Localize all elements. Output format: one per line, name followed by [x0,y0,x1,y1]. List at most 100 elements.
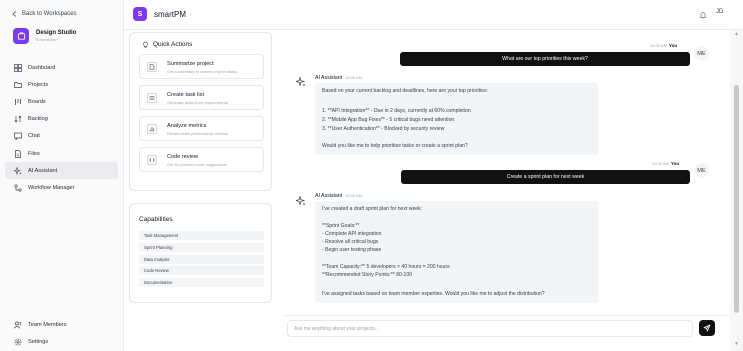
sidebar-item-settings[interactable]: Settings [5,333,118,350]
quick-action-code-review[interactable]: Code review Get AI-powered code suggesti… [139,147,264,172]
quick-action-summarize-project[interactable]: Summarize project Get a summary of curre… [139,54,264,79]
sidebar-item-workflow-manager[interactable]: Workflow Manager [5,179,118,196]
sidebar-item-dashboard[interactable]: Dashboard [5,59,118,76]
scroll-thumb[interactable] [734,85,739,313]
sidebar-item-ai-assistant[interactable]: AI Assistant [5,162,118,180]
sidebar-item-boards[interactable]: Boards [5,93,118,110]
capabilities-list: Task Management Sprint Planning Data Ana… [139,231,264,290]
sidebar-item-label: Projects [28,81,49,88]
ai-message-line: **Recommended Story Points:** 80-100 [322,272,413,278]
message-sender: AI Assistant [315,75,343,81]
list-icon [147,93,157,103]
ai-message-meta: AI Assistant 10:32 AM [315,193,362,199]
ai-message-line: Would you like me to help prioritize tas… [322,143,468,149]
app-logo: S [133,7,147,21]
workspace-members: 8 members [36,37,57,42]
chat-scrollbar[interactable]: ▲ ▼ [730,30,743,351]
user-message-avatar: ME [694,46,709,61]
quick-action-analyze-metrics[interactable]: Analyze metrics Review team performance … [139,116,264,141]
chevron-left-icon [12,11,17,17]
users-icon [14,321,22,329]
code-icon [147,155,157,165]
capabilities-panel: Capabilities Task Management Sprint Plan… [129,203,272,303]
sidebar: Back to Workspaces Design Studio 8 membe… [0,0,124,351]
scroll-up-icon[interactable]: ▲ [734,32,739,37]
capability-item: Code Review [139,266,264,276]
ai-message-bubble: Based on your current backlog and deadli… [315,83,598,155]
workspace-switcher[interactable]: Design Studio 8 members [13,28,76,44]
sidebar-item-backlog[interactable]: Backlog [5,111,118,128]
workspace-icon [13,28,29,44]
quick-action-title: Summarize project [167,61,214,67]
brand[interactable]: S smartPM [133,7,186,21]
send-button[interactable] [699,320,715,336]
ai-message-bubble: I've created a draft sprint plan for nex… [315,201,598,303]
capabilities-title: Capabilities [139,216,173,223]
chat-input-bar [284,315,727,351]
user-message-bubble: Create a sprint plan for next week [401,170,690,184]
message-sender: AI Assistant [315,193,343,199]
sparkle-icon [14,166,22,175]
user-message-text: Create a sprint plan for next week [506,174,585,180]
board-icon [15,98,21,105]
user-message-meta: 10:30 AM You [650,43,677,48]
user-message-text: What are our top priorities this week? [502,56,588,62]
sidebar-item-label: Backlog [28,116,48,123]
backlog-icon [14,115,22,123]
bell-icon[interactable] [699,11,707,19]
quick-action-title: Create task list [167,92,204,98]
capability-item: Task Management [139,231,264,240]
file-icon [15,149,21,158]
message-time: 10:30 AM [650,43,667,48]
ai-message-line: 2. **Mobile App Bug Fixes** - 5 critical… [322,117,455,123]
chat-input[interactable] [287,320,693,337]
ai-sparkle-icon [296,196,306,206]
user-message-meta: 10:32 AM You [652,161,679,166]
quick-actions-title: Quick Actions [142,41,192,48]
ai-message-line: **Sprint Goals:** [322,223,360,229]
sidebar-item-label: Settings [28,338,49,345]
ai-message-line: Based on your current backlog and deadli… [322,88,488,94]
capability-item: Sprint Planning [139,242,264,252]
sidebar-item-label: Dashboard [28,64,56,71]
message-time: 10:32 AM [652,161,669,166]
quick-action-desc: Review team performance metrics [167,131,228,136]
ai-message-line: - Resolve all critical bugs [322,239,379,245]
ai-message-line: **Team Capacity:** 5 developers × 40 hou… [322,264,450,270]
quick-action-create-task-list[interactable]: Create task list Generate tasks from req… [139,85,264,110]
sidebar-item-team-members[interactable]: Team Members [5,316,118,333]
ai-message-line: I've created a draft sprint plan for nex… [322,206,423,212]
chat-thread: 10:30 AM You What are our top priorities … [284,30,727,315]
ai-message-line: I've assigned tasks based on team member… [322,291,545,297]
quick-actions-panel: Quick Actions Summarize project Get a su… [129,32,272,191]
ai-message-meta: AI Assistant 10:30 AM [315,75,362,81]
dashboard-icon [14,63,22,72]
gear-icon [14,338,22,346]
message-sender: You [670,161,680,166]
sidebar-item-projects[interactable]: Projects [5,76,118,93]
workflow-icon [14,184,22,192]
user-avatar[interactable]: JD [716,9,723,15]
sidebar-nav: Dashboard Projects Boards Backlog Chat F… [5,59,118,197]
capability-item: Data Analysis [139,254,264,264]
chart-icon [147,124,157,134]
quick-action-desc: Get AI-powered code suggestions [167,162,228,167]
sidebar-bottom-nav: Team Members Settings [5,316,118,350]
back-label: Back to Workspaces [22,11,77,17]
user-message-bubble: What are our top priorities this week? [400,52,690,66]
back-to-workspaces-link[interactable]: Back to Workspaces [12,11,77,17]
app-name: smartPM [154,9,186,19]
ai-message-line: 3. **User Authentication** - Blocked by … [322,126,445,132]
lightbulb-icon [143,41,148,48]
sidebar-item-label: Boards [28,98,46,105]
sidebar-item-chat[interactable]: Chat [5,128,118,145]
send-icon [703,324,711,332]
quick-action-desc: Get a summary of current project status [167,69,238,74]
sidebar-item-label: Workflow Manager [28,184,75,191]
ai-message-line: - Complete API integration [322,231,382,237]
ai-message-line: 1. **API Integration** - Due in 2 days, … [322,108,471,114]
user-message-avatar: ME [694,163,709,178]
sidebar-item-files[interactable]: Files [5,145,118,162]
scroll-down-icon[interactable]: ▼ [734,342,739,347]
quick-action-title: Analyze metrics [167,123,207,129]
